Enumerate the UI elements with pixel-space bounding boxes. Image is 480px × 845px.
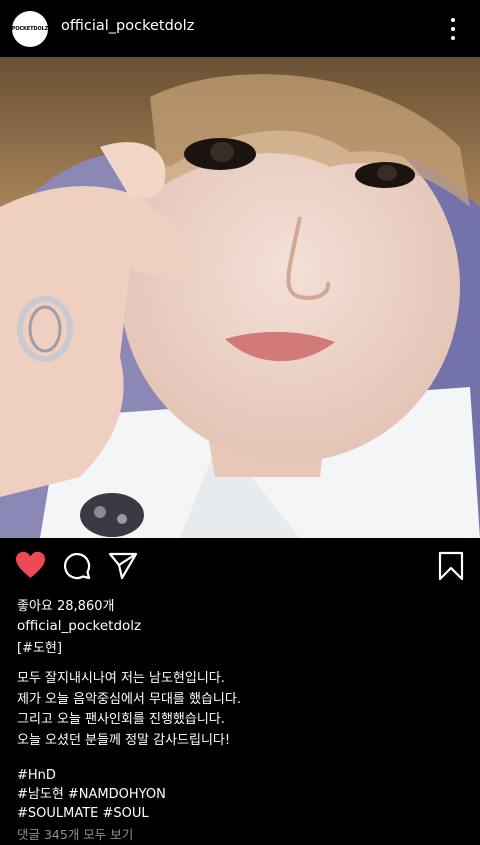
header-username[interactable]: official_pocketdolz	[61, 18, 194, 34]
avatar[interactable]: POCKETDOLZ	[12, 11, 48, 47]
hashtag-line[interactable]: #남도현 #NAMDOHYON	[17, 785, 166, 804]
hashtag-line[interactable]: #HnD	[17, 766, 166, 785]
post-header: POCKETDOLZ official_pocketdolz	[0, 0, 480, 57]
send-icon[interactable]	[108, 552, 138, 580]
hashtag-line[interactable]: #SOULMATE #SOUL	[17, 804, 166, 823]
bookmark-icon[interactable]	[438, 551, 464, 581]
comment-icon[interactable]	[63, 552, 91, 580]
more-vertical-icon[interactable]	[450, 18, 456, 40]
caption-line: 제가 오늘 음악중심에서 무대를 했습니다.	[17, 691, 241, 707]
caption-body: 모두 잘지내시나여 저는 남도현입니다. 제가 오늘 음악중심에서 무대를 했습…	[17, 669, 241, 751]
caption-line: 그리고 오늘 팬사인회를 진행했습니다.	[17, 712, 225, 727]
caption-line: 오늘 오셨던 분들께 정말 감사드립니다!	[17, 732, 231, 748]
caption-line: 모두 잘지내시나여 저는 남도현입니다.	[17, 671, 225, 686]
post-photo[interactable]	[0, 57, 480, 538]
caption-username[interactable]: official_pocketdolz	[17, 618, 141, 634]
heart-filled-icon[interactable]	[15, 551, 46, 579]
action-bar	[0, 538, 480, 596]
like-count[interactable]: 좋아요 28,860개	[17, 595, 114, 614]
view-all-comments-link[interactable]: 댓글 345개 모두 보기	[17, 824, 133, 843]
caption-tag[interactable]: [#도현]	[17, 637, 62, 656]
hashtag-list: #HnD #남도현 #NAMDOHYON #SOULMATE #SOUL	[17, 766, 166, 823]
